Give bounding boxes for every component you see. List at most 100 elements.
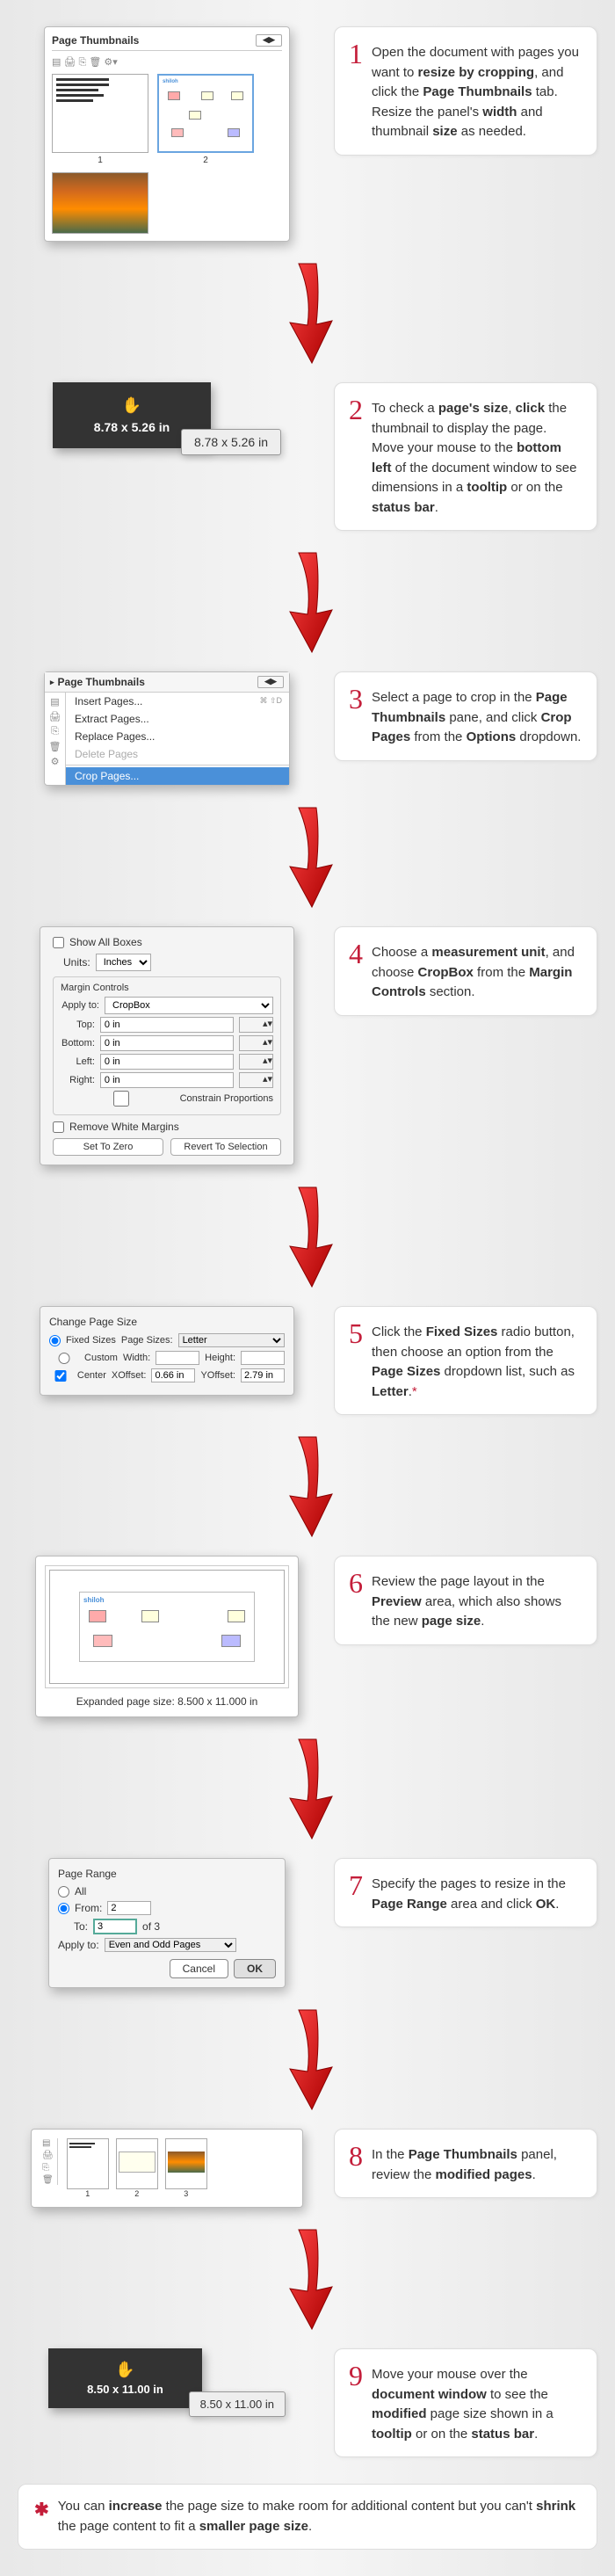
thumbnail-3[interactable]: 3 — [165, 2138, 207, 2198]
remove-white-checkbox[interactable] — [53, 1121, 64, 1133]
step-text: Choose a measurement unit, and choose Cr… — [372, 940, 582, 1003]
constrain-checkbox[interactable] — [68, 1091, 175, 1107]
stepper-icon[interactable]: ▴▾ — [239, 1035, 273, 1051]
center-checkbox[interactable] — [49, 1370, 72, 1382]
step-number: 3 — [349, 685, 363, 713]
menu-crop-pages[interactable]: Crop Pages... — [66, 767, 289, 785]
thumbnail-2[interactable]: 2 — [116, 2138, 158, 2198]
step-2: ✋ 8.78 x 5.26 in 8.78 x 5.26 in 2 To che… — [18, 382, 597, 531]
expanded-size-label: Expanded page size: 8.500 x 11.000 in — [45, 1695, 289, 1708]
arrow-icon — [272, 2225, 343, 2331]
right-input[interactable] — [100, 1072, 234, 1088]
margin-controls-group: Margin Controls Apply to:CropBox Top:▴▾ … — [53, 976, 281, 1115]
arrow-icon — [272, 548, 343, 654]
footnote-star-icon: ✱ — [34, 2497, 49, 2536]
xoffset-input[interactable] — [151, 1368, 195, 1382]
change-page-size-panel: Change Page Size Fixed Sizes Page Sizes:… — [40, 1306, 294, 1396]
footnote-text: You can increase the page size to make r… — [58, 2497, 581, 2536]
step-number: 4 — [349, 940, 363, 968]
step-text: To check a page's size, click the thumbn… — [372, 395, 582, 518]
stepper-icon[interactable]: ▴▾ — [239, 1054, 273, 1070]
left-input[interactable] — [100, 1054, 234, 1070]
hand-cursor-icon: ✋ — [70, 396, 193, 415]
hand-cursor-icon: ✋ — [61, 2361, 190, 2379]
status-bar-dimension: 8.78 x 5.26 in — [181, 429, 281, 455]
margin-controls-panel: Show All Boxes Units:Inches Margin Contr… — [40, 926, 294, 1165]
cancel-button[interactable]: Cancel — [170, 1959, 228, 1978]
step-3: ▸ Page Thumbnails ◀▶ ▤🖨⎘🗑⚙ ⌘ ⇧D Insert Pag… — [18, 671, 597, 786]
options-menu-panel: ▸ Page Thumbnails ◀▶ ▤🖨⎘🗑⚙ ⌘ ⇧D Insert Pag… — [44, 671, 290, 786]
step-8: ▤🖨⎘🗑 1 2 3 8 In the Page Thumbnails pane… — [18, 2129, 597, 2208]
units-select[interactable]: Inches — [96, 954, 151, 971]
menu-replace-pages[interactable]: Replace Pages... — [66, 728, 289, 745]
fixed-sizes-radio[interactable] — [49, 1335, 61, 1346]
thumbnail-1[interactable] — [52, 74, 148, 153]
stepper-icon[interactable]: ▴▾ — [239, 1017, 273, 1033]
panel-title: Page Thumbnails — [58, 676, 145, 688]
thumbnail-3[interactable] — [52, 172, 148, 234]
step-text: In the Page Thumbnails panel, review the… — [372, 2142, 582, 2185]
panel-toolbar-icons: ▤ 🖨 ⎘ 🗑 ⚙▾ — [52, 56, 282, 69]
step-number: 9 — [349, 2362, 363, 2390]
apply-to-select[interactable]: CropBox — [105, 997, 273, 1014]
step-number: 5 — [349, 1319, 363, 1347]
panel-collapse-icon[interactable]: ◀▶ — [257, 676, 284, 688]
step-4: Show All Boxes Units:Inches Margin Contr… — [18, 926, 597, 1165]
to-input[interactable] — [93, 1919, 137, 1934]
arrow-icon — [272, 2006, 343, 2111]
footnote-ref: * — [412, 1384, 417, 1399]
step-5: Change Page Size Fixed Sizes Page Sizes:… — [18, 1306, 597, 1415]
options-dropdown: ⌘ ⇧D Insert Pages... Extract Pages... Re… — [66, 693, 289, 785]
arrow-icon — [272, 1183, 343, 1288]
width-input[interactable] — [156, 1351, 199, 1365]
preview-area: shiloh — [49, 1570, 285, 1684]
step-text: Review the page layout in the Preview ar… — [372, 1569, 582, 1632]
side-icons: ▤🖨⎘🗑⚙ — [45, 693, 66, 785]
ok-button[interactable]: OK — [234, 1959, 276, 1978]
step-7: Page Range All From: To:of 3 Apply to:Ev… — [18, 1858, 597, 1988]
step-number: 8 — [349, 2142, 363, 2170]
height-input[interactable] — [241, 1351, 285, 1365]
step-text: Select a page to crop in the Page Thumbn… — [372, 685, 582, 748]
step-text: Move your mouse over the document window… — [372, 2362, 582, 2444]
page-sizes-select[interactable]: Letter — [178, 1333, 285, 1347]
step-number: 6 — [349, 1569, 363, 1597]
arrow-icon — [272, 1433, 343, 1538]
disclosure-triangle-icon[interactable]: ▸ — [50, 678, 54, 687]
step-number: 7 — [349, 1871, 363, 1899]
footnote: ✱ You can increase the page size to make… — [18, 2484, 597, 2550]
from-input[interactable] — [107, 1901, 151, 1915]
top-input[interactable] — [100, 1017, 234, 1033]
thumbnail-1[interactable]: 1 — [67, 2138, 109, 2198]
thumbnail-2-selected[interactable]: shiloh — [157, 74, 254, 153]
modified-thumbnails-panel: ▤🖨⎘🗑 1 2 3 — [31, 2129, 303, 2208]
step-1: Page Thumbnails ◀▶ ▤ 🖨 ⎘ 🗑 ⚙▾ 1 shiloh — [18, 26, 597, 242]
apply-to-select[interactable]: Even and Odd Pages — [105, 1938, 236, 1952]
menu-extract-pages[interactable]: Extract Pages... — [66, 710, 289, 728]
step-number: 2 — [349, 395, 363, 424]
toolbar-icons: ▤🖨⎘🗑 — [42, 2138, 58, 2185]
step-text: Click the Fixed Sizes radio button, then… — [372, 1319, 582, 1402]
step-9: ✋ 8.50 x 11.00 in 8.50 x 11.00 in 9 Move… — [18, 2348, 597, 2457]
revert-button[interactable]: Revert To Selection — [170, 1138, 281, 1156]
bottom-input[interactable] — [100, 1035, 234, 1051]
page-thumbnails-panel: Page Thumbnails ◀▶ ▤ 🖨 ⎘ 🗑 ⚙▾ 1 shiloh — [44, 26, 290, 242]
step-text: Specify the pages to resize in the Page … — [372, 1871, 582, 1914]
tooltip-box: ✋ 8.50 x 11.00 in — [48, 2348, 202, 2408]
step-number: 1 — [349, 40, 363, 68]
yoffset-input[interactable] — [241, 1368, 285, 1382]
stepper-icon[interactable]: ▴▾ — [239, 1072, 273, 1088]
status-bar-dimension: 8.50 x 11.00 in — [189, 2391, 286, 2417]
set-to-zero-button[interactable]: Set To Zero — [53, 1138, 163, 1156]
menu-delete-pages: Delete Pages — [66, 745, 289, 763]
preview-panel: shiloh Expanded page size: 8.500 x 11.00… — [35, 1556, 299, 1717]
custom-radio[interactable] — [49, 1353, 79, 1364]
arrow-icon — [272, 1735, 343, 1840]
panel-collapse-icon[interactable]: ◀▶ — [256, 34, 282, 47]
panel-title: Page Thumbnails — [52, 34, 139, 47]
step-6: shiloh Expanded page size: 8.500 x 11.00… — [18, 1556, 597, 1717]
step-text: Open the document with pages you want to… — [372, 40, 582, 142]
show-all-boxes-checkbox[interactable] — [53, 937, 64, 948]
from-radio[interactable] — [58, 1903, 69, 1914]
all-radio[interactable] — [58, 1886, 69, 1898]
